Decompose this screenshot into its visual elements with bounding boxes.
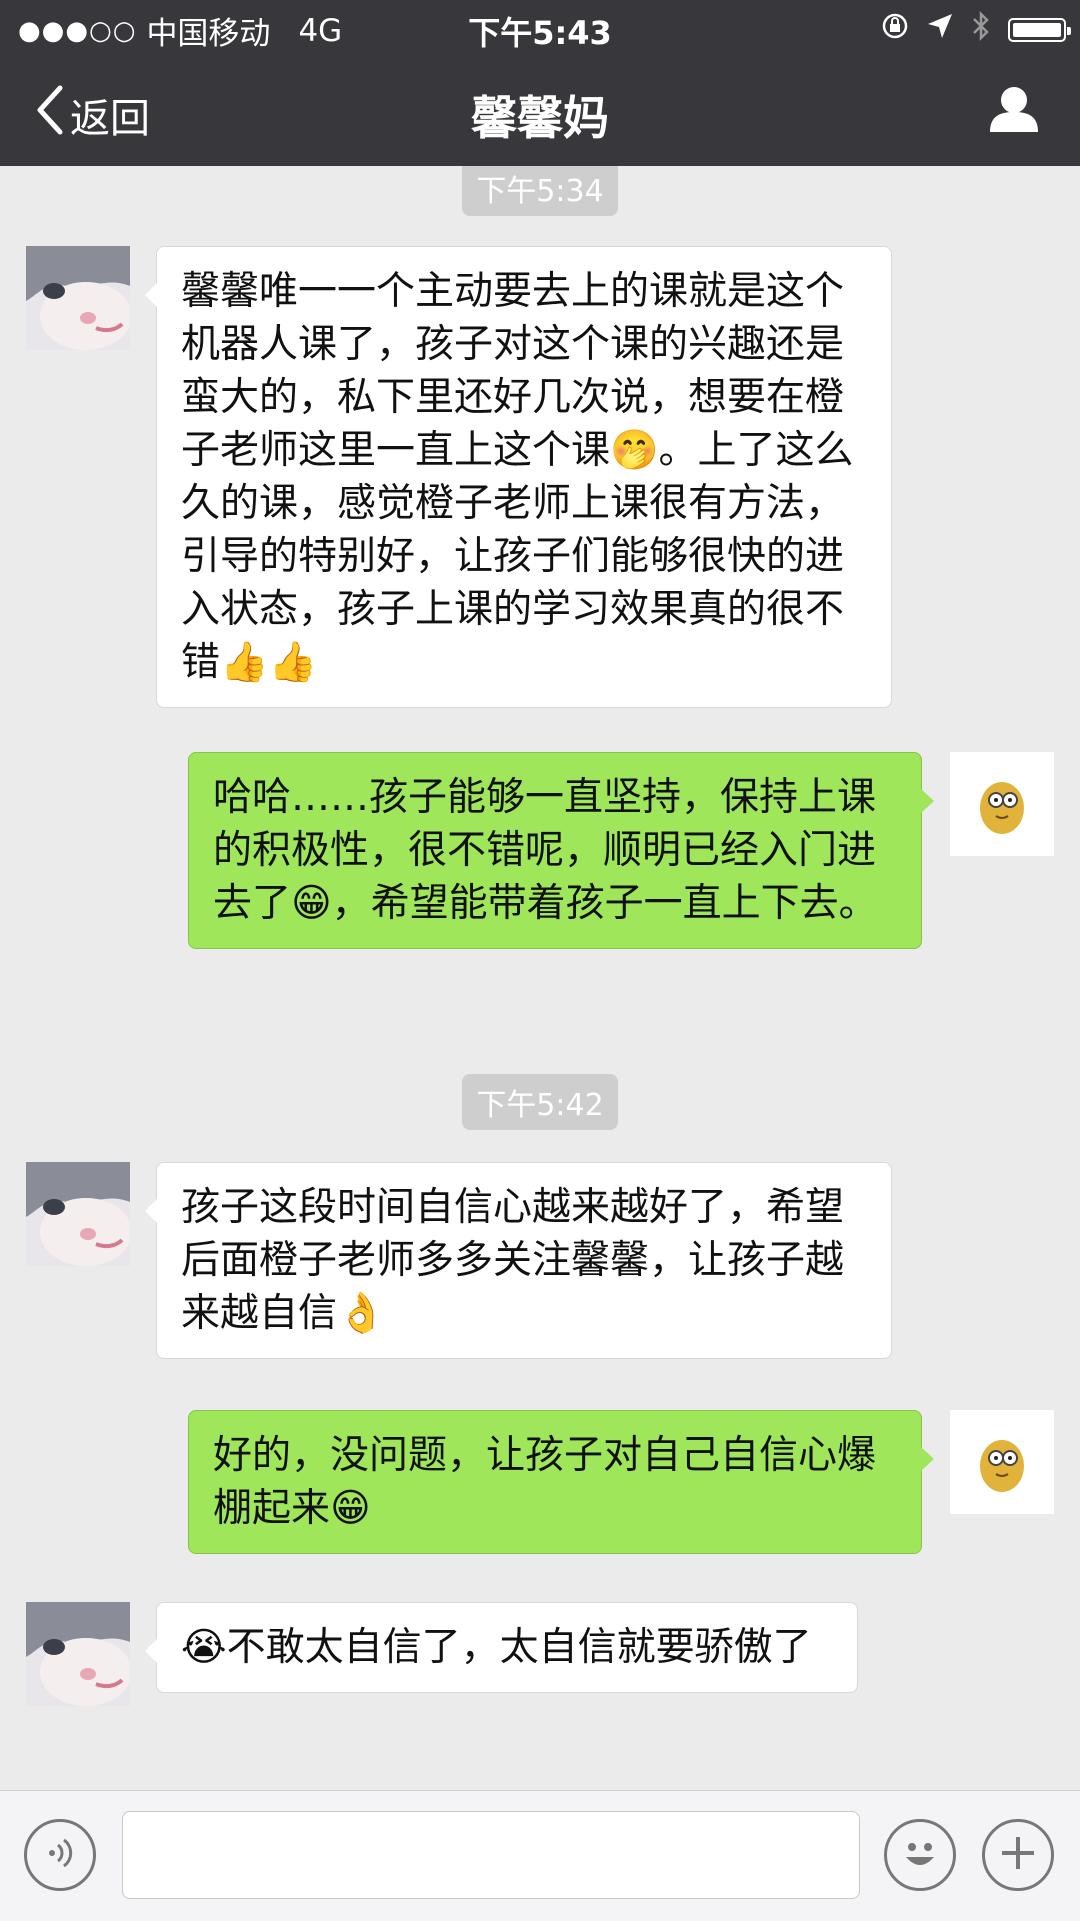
timestamp-label: 下午5:34 (462, 166, 618, 216)
chat-area[interactable]: 下午5:34 馨馨唯一一个主动要去上的课就是这个机器人课了，孩子对这个课的兴趣还… (0, 166, 1080, 1790)
message-text: 😭不敢太自信了，太自信就要骄傲了 (181, 1625, 812, 1670)
emoji-icon (894, 1827, 946, 1883)
avatar[interactable] (950, 1410, 1054, 1514)
avatar[interactable] (26, 1602, 130, 1706)
profile-icon (988, 87, 1040, 138)
plus-icon (996, 1831, 1040, 1879)
emoji-button[interactable] (884, 1819, 956, 1891)
timestamp: 下午5:42 (0, 1074, 1080, 1130)
nav-bar: 返回 馨馨妈 (0, 54, 1080, 166)
chat-title: 馨馨妈 (471, 91, 609, 145)
message-text: 哈哈……孩子能够一直坚持，保持上课的积极性，很不错呢，顺明已经入门进去了😁，希望… (213, 775, 878, 926)
avatar[interactable] (950, 752, 1054, 856)
message-text: 馨馨唯一一个主动要去上的课就是这个机器人课了，孩子对这个课的兴趣还是蛮大的，私下… (181, 269, 854, 685)
avatar[interactable] (26, 246, 130, 350)
profile-button[interactable] (988, 84, 1040, 138)
message-bubble-incoming[interactable]: 😭不敢太自信了，太自信就要骄傲了 (145, 1602, 858, 1693)
voice-button[interactable] (24, 1819, 96, 1891)
bluetooth-icon (970, 10, 992, 50)
message-bubble-outgoing[interactable]: 好的，没问题，让孩子对自己自信心爆棚起来😁 (188, 1410, 934, 1554)
plus-button[interactable] (982, 1819, 1054, 1891)
message-bubble-incoming[interactable]: 馨馨唯一一个主动要去上的课就是这个机器人课了，孩子对这个课的兴趣还是蛮大的，私下… (145, 246, 892, 708)
timestamp-label: 下午5:42 (462, 1074, 618, 1130)
battery-icon (1008, 18, 1071, 42)
message-bubble-incoming[interactable]: 孩子这段时间自信心越来越好了，希望后面橙子老师多多关注馨馨，让孩子越来越自信👌 (145, 1162, 892, 1359)
top-bar: ●●●○○ 中国移动 4G 下午5:43 返回 馨馨妈 (0, 0, 1080, 166)
message-text: 好的，没问题，让孩子对自己自信心爆棚起来😁 (213, 1433, 877, 1531)
lock-rotation-icon (880, 11, 910, 49)
status-right (880, 10, 1071, 50)
message-bubble-outgoing[interactable]: 哈哈……孩子能够一直坚持，保持上课的积极性，很不错呢，顺明已经入门进去了😁，希望… (188, 752, 934, 949)
location-icon (926, 12, 954, 48)
timestamp: 下午5:34 (0, 166, 1080, 216)
voice-icon (42, 1835, 78, 1875)
input-bar (0, 1790, 1080, 1921)
avatar[interactable] (26, 1162, 130, 1266)
message-text: 孩子这段时间自信心越来越好了，希望后面橙子老师多多关注馨馨，让孩子越来越自信👌 (181, 1185, 845, 1336)
message-input[interactable] (122, 1811, 860, 1899)
status-bar: ●●●○○ 中国移动 4G 下午5:43 (0, 0, 1080, 54)
